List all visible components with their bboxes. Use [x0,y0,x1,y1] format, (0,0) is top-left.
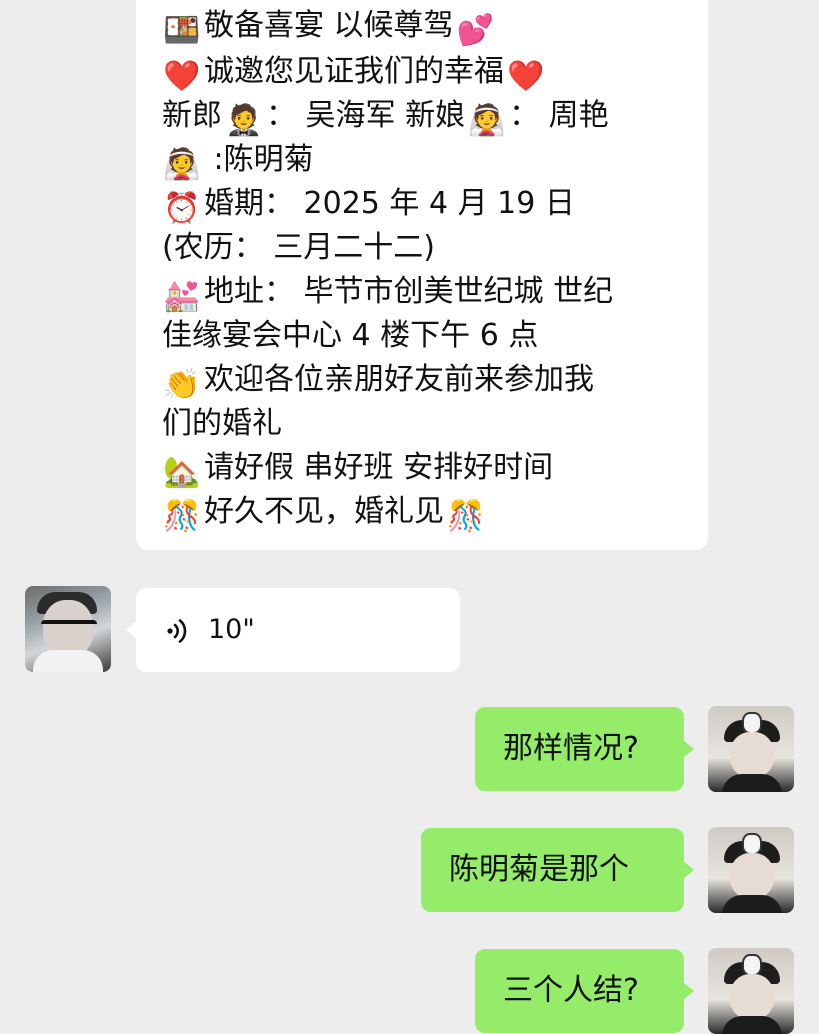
outgoing-message-bubble[interactable]: 那样情况? [475,707,694,791]
confetti-ball-icon: 🎊 [447,499,485,534]
wedding-chapel-icon: 💒 [163,279,201,314]
confetti-ball-icon: 🎊 [163,499,201,534]
voice-duration: 10" [208,614,255,645]
invitation-line-banquet: 🍱 敬备喜宴 以候尊驾 💕 [163,8,495,48]
invitation-line-couple: 新郎 🤵： 吴海军 新娘 👰： 周艳 [162,98,609,138]
invitation-line-see-you: 🎊 好久不见，婚礼见 🎊 [163,494,485,534]
outgoing-message-bubble[interactable]: 三个人结? [475,949,694,1033]
my-avatar[interactable] [708,706,794,792]
bento-box-icon: 🍱 [163,13,201,48]
my-avatar[interactable] [708,827,794,913]
chat-window: 🍱 敬备喜宴 以候尊驾 💕 ❤️ 诚邀您见证我们的幸福 ❤️ 新郎 🤵： 吴海军 新娘 👰：… [0,0,819,1034]
invitation-line-welcome: 👏 欢迎各位亲朋好友前来参加我 [163,362,594,402]
bride-icon: 👰 [468,103,506,138]
sender-avatar[interactable] [25,586,111,672]
house-with-garden-icon: 🏡 [163,455,201,490]
invitation-line-second-bride: 👰 :陈明菊 [163,142,314,182]
invitation-line-venue: 佳缘宴会中心 4 楼下午 6 点 [162,318,539,353]
bride-icon: 👰 [163,147,201,182]
red-heart-icon: ❤️ [163,59,201,94]
groom-icon: 🤵 [225,103,263,138]
alarm-clock-icon: ⏰ [163,191,201,226]
my-avatar[interactable] [708,948,794,1034]
invitation-message-bubble[interactable]: 🍱 敬备喜宴 以候尊驾 💕 ❤️ 诚邀您见证我们的幸福 ❤️ 新郎 🤵： 吴海军 新娘 👰：… [136,0,708,550]
red-heart-icon: ❤️ [507,59,545,94]
invitation-line-address: 💒 地址： 毕节市创美世纪城 世纪 [163,274,614,314]
voice-message-bubble[interactable]: 10" [126,588,460,672]
voice-wave-icon [167,619,187,643]
outgoing-message-bubble[interactable]: 陈明菊是那个 [421,828,694,912]
invitation-line-lunar-date: (农历： 三月二十二) [162,230,435,265]
invitation-line-welcome-cont: 们的婚礼 [162,406,282,441]
two-hearts-icon: 💕 [456,13,495,48]
clapping-hands-icon: 👏 [163,367,201,402]
invitation-line-schedule: 🏡 请好假 串好班 安排好时间 [163,450,554,490]
invitation-line-date: ⏰ 婚期： 2025 年 4 月 19 日 [163,186,575,226]
invitation-line-witness: ❤️ 诚邀您见证我们的幸福 ❤️ [163,54,545,94]
